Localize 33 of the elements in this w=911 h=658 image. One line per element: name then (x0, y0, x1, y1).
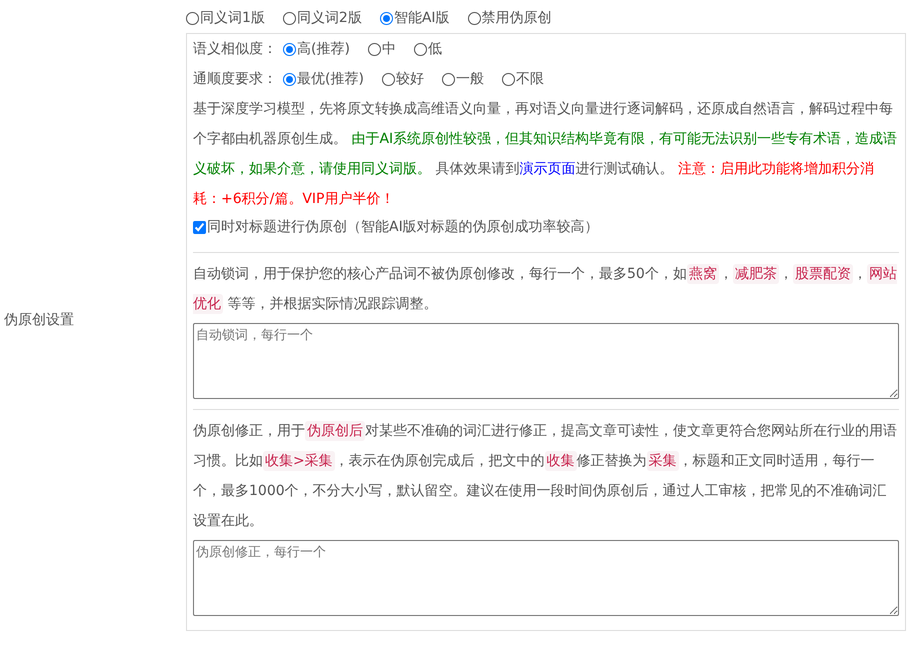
radio-button[interactable] (380, 12, 393, 24)
radio-button[interactable] (468, 12, 481, 24)
option-label[interactable]: 高(推荐) (297, 40, 350, 58)
field-label: 语义相似度： (193, 40, 277, 58)
radio-button[interactable] (382, 72, 395, 86)
description-text: 基于深度学习模型，先将原文转换成高维语义向量，再对语义向量进行逐词解码，还原成自然语言，解码过程中每个字都由机器原创生成。 由于AI系统原创性较强，但其知识结构毕竟有限，有可能无法识别一些专有术语，造成语义破坏，如果介意，请使用同义词版。 具体效果请到演示页面进行测试确认。 注意：启用此功能将增加积分消耗：+6积分/篇。VIP用户半价！ (193, 100, 898, 209)
radio-button[interactable] (283, 72, 296, 86)
lock-words-field[interactable]: 自动锁词，每行一个 (193, 323, 899, 399)
option-label[interactable]: 较好 (396, 70, 424, 88)
field-label: 通顺度要求： (193, 70, 277, 88)
option-label[interactable]: 同义词2版 (296, 9, 362, 27)
radio-button[interactable] (502, 72, 515, 86)
radio-button[interactable] (283, 42, 296, 56)
option-label[interactable]: 同义词1版 (200, 9, 265, 27)
option-label[interactable]: 不限 (516, 70, 544, 88)
section-label: 伪原创设置 (4, 310, 74, 328)
option-label[interactable]: 中 (382, 40, 396, 58)
option-label[interactable]: 禁用伪原创 (482, 9, 552, 27)
option-label[interactable]: 智能AI版 (394, 9, 450, 27)
option-label[interactable]: 低 (428, 40, 442, 58)
radio-button[interactable] (442, 72, 455, 86)
radio-button[interactable] (414, 42, 427, 56)
radio-button[interactable] (368, 42, 381, 56)
radio-button[interactable] (186, 12, 199, 24)
checkbox[interactable] (193, 220, 206, 234)
option-label[interactable]: 一般 (456, 70, 484, 88)
checkbox-label[interactable]: 同时对标题进行伪原创（智能AI版对标题的伪原创成功率较高） (207, 218, 599, 236)
radio-button[interactable] (282, 12, 296, 24)
corrections-field[interactable]: 伪原创修正，每行一个 (193, 540, 899, 616)
description-text: 伪原创修正，用于伪原创后对某些不准确的词汇进行修正，提高文章可读性，使文章更符合您网站所在行业的用语习惯。比如 收集>采集，表示在伪原创完成后，把文中的 收集修正替换为 采集，标题和正文同时适用，每行一个，最多1000个，不分大小写，默认留空。建议在使用一段时间伪原创后，通过人工审核，把常见的不准确词汇设置在此。 (193, 420, 898, 531)
demo-page-link[interactable]: 演示页面 (519, 161, 576, 177)
option-label[interactable]: 最优(推荐) (297, 70, 364, 88)
description-text: 自动锁词，用于保护您的核心产品词不被伪原创修改，每行一个，最多50个，如 燕窝，减肥茶，股票配资，网站优化 等等，并根据实际情况跟踪调整。 (193, 263, 898, 316)
